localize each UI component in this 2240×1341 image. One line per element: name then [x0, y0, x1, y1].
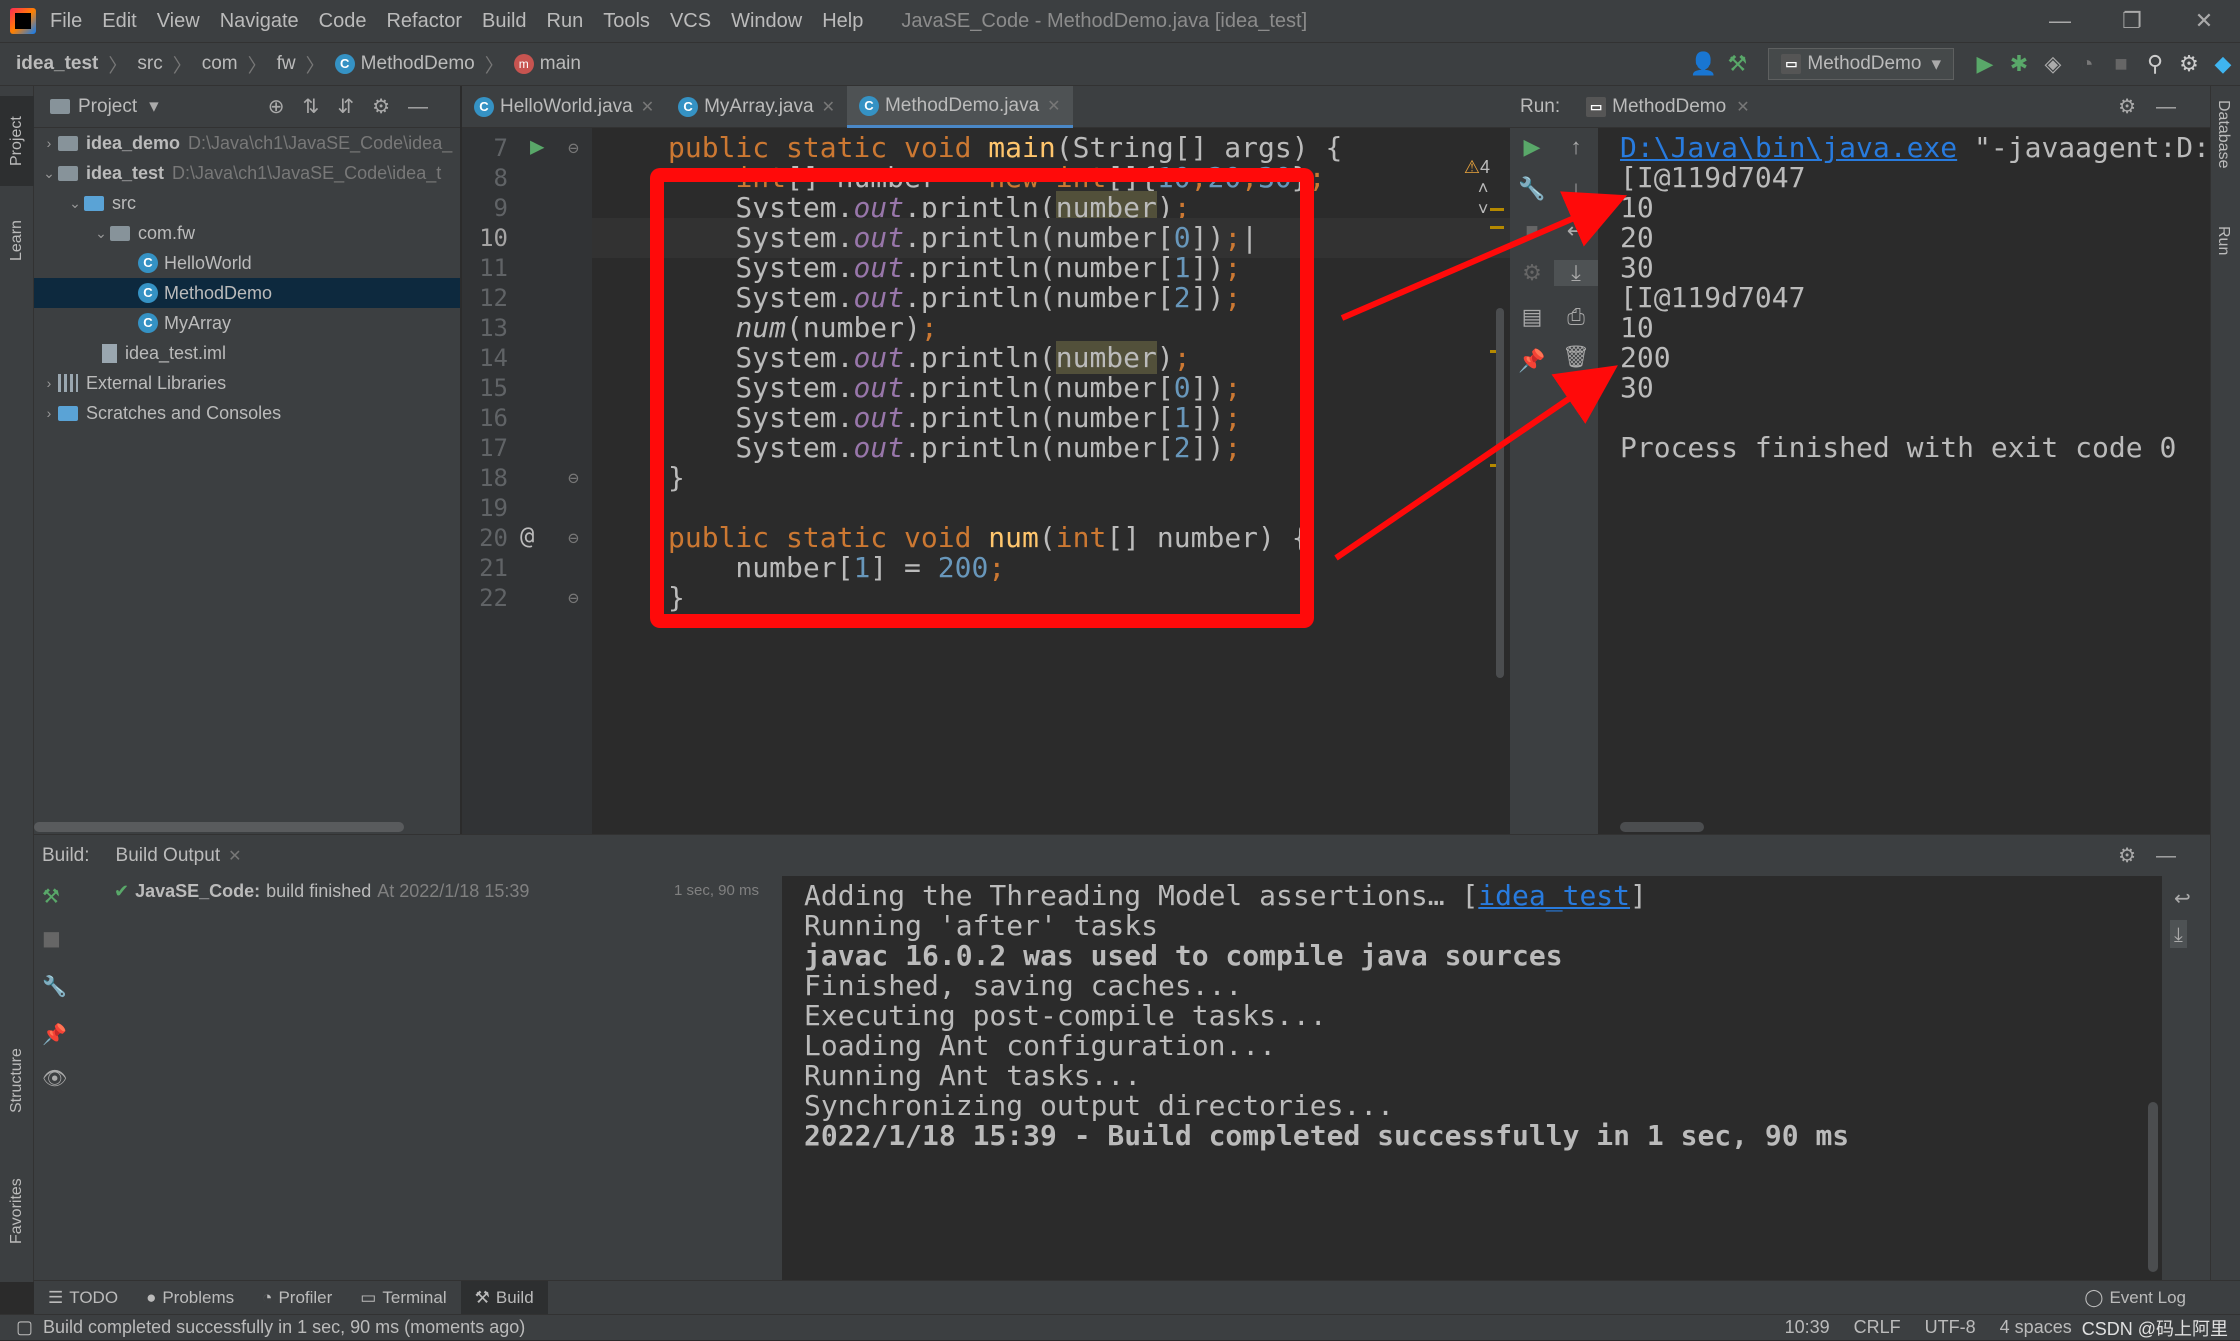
build-hammer-icon[interactable]: ⚒ [42, 884, 60, 908]
arrow-to-second-output [1334, 365, 1618, 561]
build-panel-actions[interactable]: ⚙— [2118, 843, 2196, 868]
event-log-icon: ◯ [2084, 1287, 2104, 1307]
status-message: Build completed successfully in 1 sec, 9… [43, 1317, 526, 1337]
build-panel-label: Build: [42, 844, 90, 866]
bottom-tool-tabs: ☰ TODO ● Problems ◔ Profiler ▭ Terminal ⚒ Bui… [34, 1280, 2240, 1315]
todo-tab[interactable]: ☰ TODO [34, 1281, 132, 1315]
build-hammer-icon: ⚒ [474, 1287, 490, 1307]
stop-icon[interactable]: ■ [42, 926, 61, 950]
build-project: JavaSE_Code: [135, 880, 261, 901]
idea-test-link[interactable]: idea_test [1478, 879, 1630, 912]
profiler-icon: ◔ [262, 1287, 273, 1307]
build-toolbar: ⚒ ■ 🔧 📌 👁 [34, 876, 74, 1280]
terminal-tab[interactable]: ▭ Terminal [346, 1281, 460, 1315]
profiler-tab[interactable]: ◔ Profiler [248, 1281, 346, 1315]
indent-setting[interactable]: 4 spaces [2000, 1317, 2072, 1338]
build-panel-header: Build: Build Output ✕ ⚙— [34, 834, 2210, 876]
file-encoding[interactable]: UTF-8 [1925, 1317, 1976, 1338]
list-icon: ☰ [48, 1287, 64, 1307]
event-log-tab[interactable]: ◯ Event Log [2070, 1281, 2200, 1315]
tab-label: Terminal [382, 1287, 447, 1307]
watermark: CSDN @码上阿里 [2081, 1318, 2228, 1339]
status-icon: ▢ [16, 1317, 34, 1337]
build-duration: 1 sec, 90 ms [674, 882, 760, 899]
build-summary-row[interactable]: ✔ JavaSE_Code: build finished At 2022/1/… [114, 876, 529, 906]
soft-wrap-icon[interactable]: ↩ [2174, 886, 2191, 910]
build-time: At 2022/1/18 15:39 [377, 880, 530, 901]
checkmark-icon: ✔ [114, 880, 130, 901]
pin-icon[interactable]: 📌 [42, 1022, 67, 1046]
wrench-icon[interactable]: 🔧 [42, 974, 67, 998]
build-output-tab[interactable]: Build Output [116, 845, 221, 867]
console-line: ] [1630, 879, 1647, 912]
line-separator[interactable]: CRLF [1854, 1317, 1901, 1338]
caret-position[interactable]: 10:39 [1785, 1317, 1830, 1338]
tab-label: TODO [69, 1287, 119, 1307]
problems-tab[interactable]: ● Problems [132, 1281, 248, 1315]
tab-label: Event Log [2109, 1287, 2186, 1307]
build-tree: ✔ JavaSE_Code: build finished At 2022/1/… [34, 876, 782, 1280]
tab-label: Build [495, 1287, 534, 1307]
build-tab[interactable]: ⚒ Build [460, 1280, 548, 1315]
build-right-toolbar: ↩ ⤓ [2162, 876, 2210, 1280]
info-icon: ● [146, 1287, 157, 1307]
eye-icon[interactable]: 👁 [42, 1066, 67, 1090]
close-tab-icon[interactable]: ✕ [228, 846, 241, 866]
tab-label: Problems [162, 1287, 235, 1307]
scroll-to-end-icon[interactable]: ⤓ [2170, 920, 2187, 948]
build-status: build finished [266, 880, 372, 901]
build-console-output[interactable]: Adding the Threading Model assertions… [… [782, 876, 2162, 1280]
build-scrollbar[interactable] [2148, 1102, 2158, 1272]
status-bar: ▢ Build completed successfully in 1 sec,… [0, 1314, 2240, 1340]
terminal-icon: ▭ [360, 1287, 377, 1307]
arrow-to-first-output [1340, 191, 1628, 321]
tab-label: Profiler [278, 1287, 333, 1307]
console-line: 2022/1/18 15:39 - Build completed succes… [804, 1119, 1850, 1152]
